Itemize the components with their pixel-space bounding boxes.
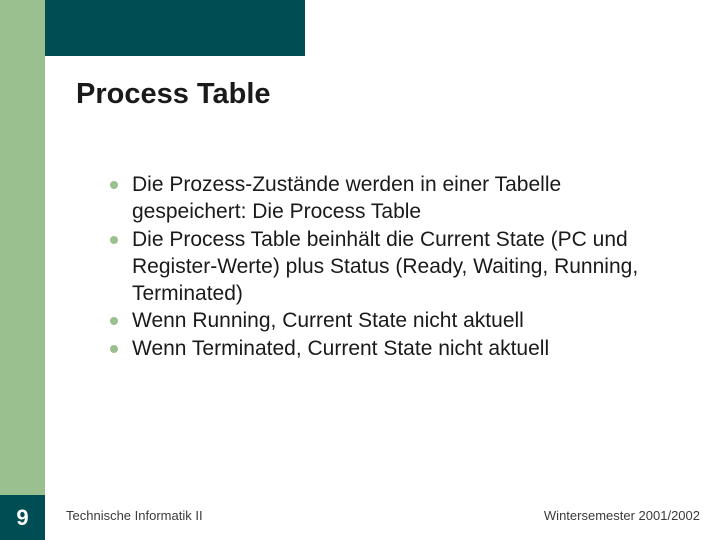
bullet-list: Die Prozess-Zustände werden in einer Tab… <box>108 172 668 364</box>
list-item: Die Prozess-Zustände werden in einer Tab… <box>108 172 668 226</box>
list-item: Die Process Table beinhält die Current S… <box>108 227 668 308</box>
list-item: Wenn Terminated, Current State nicht akt… <box>108 336 668 363</box>
list-item: Wenn Running, Current State nicht aktuel… <box>108 308 668 335</box>
page-number: 9 <box>16 505 28 531</box>
sidebar-stripe <box>0 0 45 540</box>
header-dark-block <box>45 0 305 56</box>
footer-term: Wintersemester 2001/2002 <box>544 508 700 523</box>
footer-course: Technische Informatik II <box>66 508 203 523</box>
page-number-badge: 9 <box>0 495 45 540</box>
slide-title: Process Table <box>76 78 271 111</box>
